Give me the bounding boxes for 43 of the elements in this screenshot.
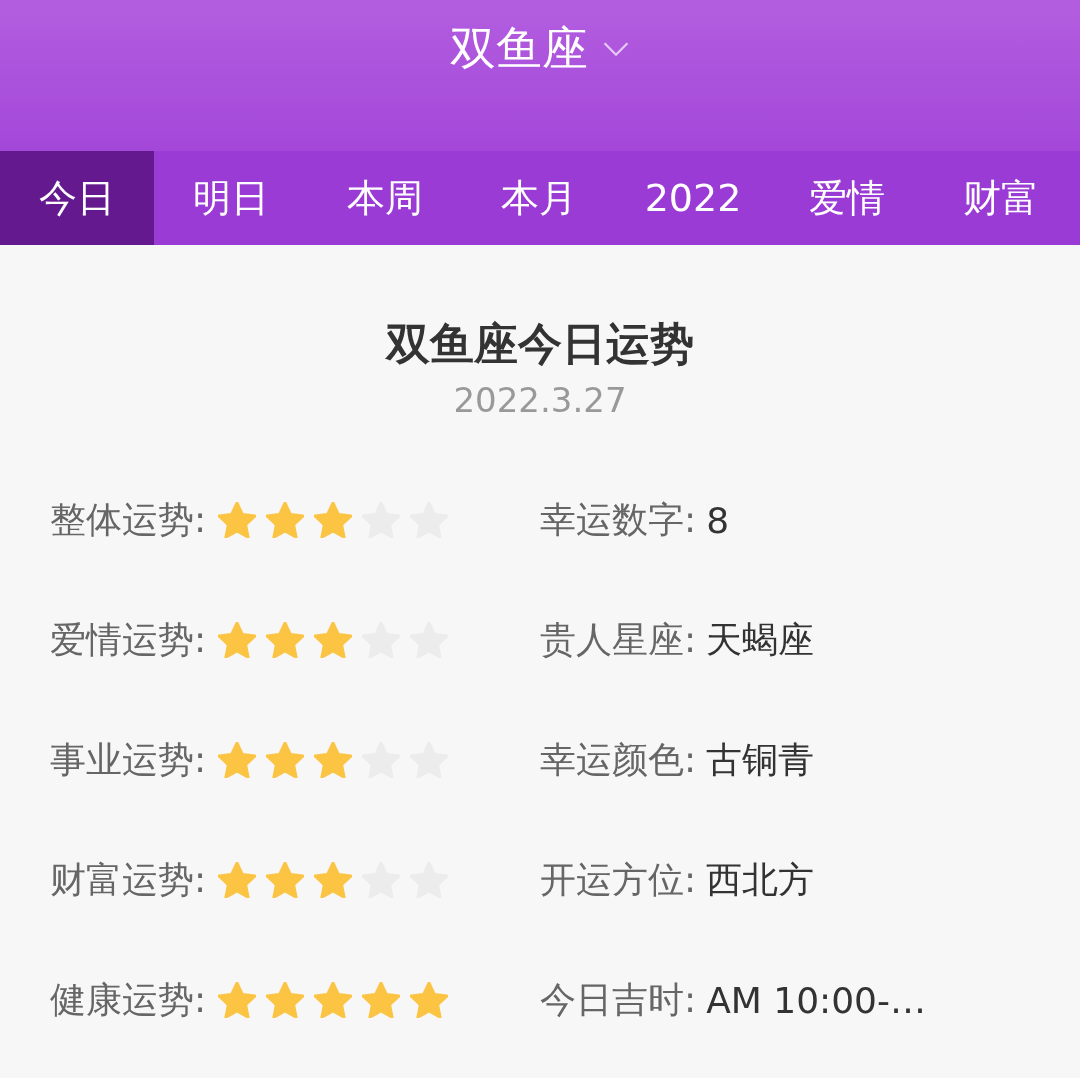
sign-selector[interactable]: 双鱼座 [450, 18, 630, 80]
star-icon [314, 502, 353, 538]
tab[interactable]: 财富 [924, 151, 1078, 245]
fact-label: 今日吉时: [540, 977, 697, 1022]
star-icon [362, 982, 401, 1018]
tab[interactable]: 明日 [154, 151, 308, 245]
star-icon [266, 982, 305, 1018]
tab[interactable]: 2022 [616, 151, 770, 245]
fact-label: 幸运颜色: [540, 737, 697, 782]
fact-value: 西北方 [706, 857, 815, 902]
rating-label: 爱情运势: [50, 617, 207, 662]
fortune-title: 双鱼座今日运势 [386, 317, 694, 371]
star-icon [218, 502, 257, 538]
fact-value: 8 [706, 499, 730, 541]
star-icon [314, 982, 353, 1018]
rating-label: 财富运势: [50, 857, 207, 902]
tab[interactable]: 本月 [462, 151, 616, 245]
star-icon [266, 862, 305, 898]
star-icon [410, 982, 449, 1018]
fact-label: 贵人星座: [540, 617, 697, 662]
fact-label: 幸运数字: [540, 497, 697, 542]
rating-label: 整体运势: [50, 497, 207, 542]
fact-value: 天蝎座 [706, 617, 815, 662]
rating-label: 事业运势: [50, 737, 207, 782]
tab[interactable]: 爱情 [770, 151, 924, 245]
caret-icon [602, 41, 630, 57]
star-icon [218, 622, 257, 658]
star-icon [314, 862, 353, 898]
star-icon [218, 862, 257, 898]
star-icon [218, 742, 257, 778]
fortune-date: 2022.3.27 [453, 380, 627, 420]
fact-value: AM 10:00-… [706, 979, 926, 1021]
tab[interactable]: 今日 [0, 151, 154, 245]
fact-value: 古铜青 [706, 737, 815, 782]
rating-label: 健康运势: [50, 977, 207, 1022]
star-icon [266, 502, 305, 538]
star-icon [266, 742, 305, 778]
star-icon [218, 982, 257, 1018]
star-icon [314, 622, 353, 658]
star-icon [314, 742, 353, 778]
star-icon [266, 622, 305, 658]
fact-label: 开运方位: [540, 857, 697, 902]
tab[interactable]: 本周 [308, 151, 462, 245]
